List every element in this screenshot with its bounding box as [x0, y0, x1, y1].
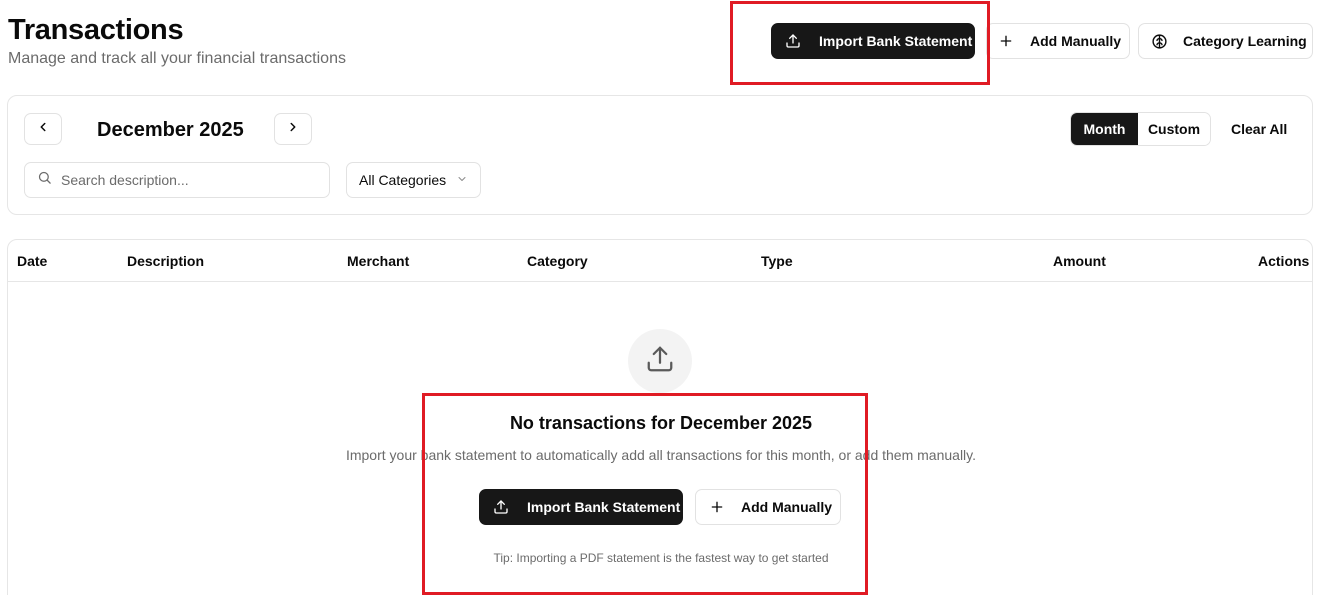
table-header: Date Description Merchant Category Type …	[8, 240, 1312, 282]
empty-import-bank-statement-button[interactable]: Import Bank Statement	[479, 489, 683, 525]
import-bank-statement-button[interactable]: Import Bank Statement	[771, 23, 975, 59]
upload-icon	[493, 499, 509, 515]
empty-add-manually-label: Add Manually	[741, 499, 833, 515]
view-mode-month[interactable]: Month	[1071, 113, 1138, 145]
view-mode-custom[interactable]: Custom	[1138, 113, 1210, 145]
current-month-label: December 2025	[97, 119, 244, 141]
chevron-right-icon	[286, 120, 300, 139]
page-title: Transactions	[8, 14, 184, 46]
search-icon	[37, 170, 52, 190]
previous-month-button[interactable]	[24, 113, 62, 145]
empty-state-tip: Tip: Importing a PDF statement is the fa…	[493, 551, 829, 565]
upload-icon	[785, 33, 801, 49]
chevron-left-icon	[36, 120, 50, 139]
chevron-down-icon	[456, 172, 468, 188]
category-learning-button[interactable]: Category Learning	[1138, 23, 1313, 59]
empty-import-label: Import Bank Statement	[527, 499, 681, 515]
column-header-type[interactable]: Type	[761, 253, 793, 269]
search-input[interactable]	[61, 172, 311, 188]
upload-icon	[645, 344, 675, 379]
category-select-value: All Categories	[359, 172, 447, 188]
empty-state-icon-circle	[628, 329, 692, 393]
column-header-amount[interactable]: Amount	[1053, 253, 1106, 269]
column-header-date[interactable]: Date	[17, 253, 47, 269]
page-subtitle: Manage and track all your financial tran…	[8, 50, 346, 67]
column-header-actions: Actions	[1258, 253, 1310, 269]
empty-add-manually-button[interactable]: Add Manually	[695, 489, 841, 525]
plus-icon	[709, 499, 725, 515]
category-select[interactable]: All Categories	[346, 162, 481, 198]
empty-state-title: No transactions for December 2025	[509, 413, 813, 433]
empty-state-description: Import your bank statement to automatica…	[345, 447, 977, 463]
category-learning-label: Category Learning	[1183, 33, 1307, 49]
brain-icon	[1151, 33, 1168, 50]
column-header-merchant[interactable]: Merchant	[347, 253, 409, 269]
add-manually-button[interactable]: Add Manually	[986, 23, 1130, 59]
column-header-description[interactable]: Description	[127, 253, 204, 269]
view-mode-toggle: Month Custom	[1070, 112, 1211, 146]
next-month-button[interactable]	[274, 113, 312, 145]
import-bank-statement-label: Import Bank Statement	[819, 33, 973, 49]
plus-icon	[998, 33, 1014, 49]
clear-all-button[interactable]: Clear All	[1231, 121, 1287, 137]
column-header-category[interactable]: Category	[527, 253, 588, 269]
search-box	[24, 162, 330, 198]
add-manually-label: Add Manually	[1030, 33, 1122, 49]
